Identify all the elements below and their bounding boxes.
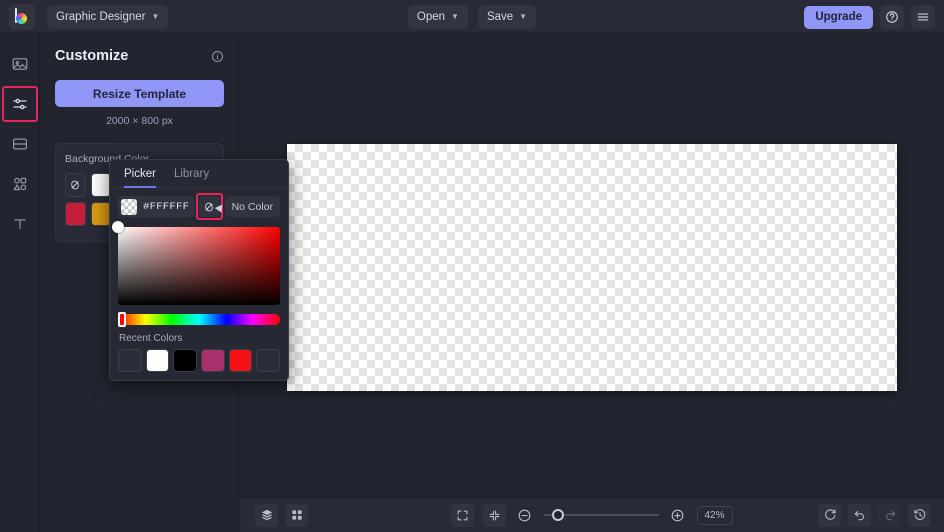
chevron-down-icon: ▼ xyxy=(151,11,160,21)
zoom-slider[interactable] xyxy=(543,509,659,521)
info-icon[interactable] xyxy=(211,50,224,63)
sidebar-item-customize[interactable] xyxy=(0,84,40,124)
befunky-logo-icon[interactable] xyxy=(9,3,35,30)
sidebar-item-text[interactable] xyxy=(0,204,40,244)
recent-color-4[interactable] xyxy=(201,349,225,372)
reset-rotate-icon[interactable] xyxy=(818,503,841,527)
resize-template-button[interactable]: Resize Template xyxy=(55,80,224,107)
hue-slider-handle[interactable] xyxy=(118,312,126,327)
chevron-down-icon: ▼ xyxy=(451,12,459,21)
hamburger-menu-icon[interactable] xyxy=(911,5,935,29)
sidebar-item-templates[interactable] xyxy=(0,124,40,164)
color-picker-popup: Picker Library #FFFFFF No Color Recent C… xyxy=(109,159,289,381)
no-color-button[interactable]: No Color xyxy=(224,196,280,217)
top-toolbar: Graphic Designer ▼ Open ▼ Save ▼ Upgrade xyxy=(0,0,944,34)
hex-input[interactable]: #FFFFFF xyxy=(118,196,194,217)
transparent-swatch-preview xyxy=(121,198,137,215)
expand-frame-icon[interactable] xyxy=(450,503,474,527)
canvas-stage[interactable] xyxy=(239,34,944,497)
picker-tabs: Picker Library xyxy=(110,160,288,188)
redo-arrow-icon[interactable] xyxy=(878,503,901,527)
sidebar-item-image-manager[interactable] xyxy=(0,44,40,84)
left-tool-rail xyxy=(0,34,40,532)
recent-colors-label: Recent Colors xyxy=(119,333,183,344)
hue-slider[interactable] xyxy=(118,312,280,327)
sidebar-item-graphics[interactable] xyxy=(0,164,40,204)
layers-icon[interactable] xyxy=(255,503,278,527)
open-dropdown-button[interactable]: Open ▼ xyxy=(407,5,468,29)
chevron-down-icon: ▼ xyxy=(519,12,528,21)
plus-circle-icon[interactable] xyxy=(668,505,688,525)
bottom-left-group xyxy=(255,503,308,527)
grid-icon[interactable] xyxy=(285,503,308,527)
tab-library[interactable]: Library xyxy=(174,168,209,188)
recent-color-5[interactable] xyxy=(228,349,253,372)
open-label: Open xyxy=(416,11,446,23)
bottom-right-group xyxy=(818,503,931,527)
zoom-slider-handle[interactable] xyxy=(551,509,564,521)
bottom-toolbar: 42% xyxy=(239,497,944,532)
swatch-no-color[interactable] xyxy=(65,173,86,197)
history-clock-icon[interactable] xyxy=(908,503,931,527)
panel-header: Customize xyxy=(55,48,224,64)
recent-colors-row xyxy=(110,349,288,372)
hex-input-row: #FFFFFF No Color xyxy=(110,188,288,223)
swatch-crimson[interactable] xyxy=(65,202,86,226)
tab-picker[interactable]: Picker xyxy=(124,168,156,188)
recent-color-3[interactable] xyxy=(173,349,198,372)
template-dimensions: 2000 × 800 px xyxy=(106,115,173,127)
document-type-dropdown[interactable]: Graphic Designer ▼ xyxy=(47,4,169,29)
recent-color-2[interactable] xyxy=(145,349,170,372)
saturation-value-wrapper xyxy=(110,221,288,305)
resize-template-label: Resize Template xyxy=(92,86,187,101)
page-title: Customize xyxy=(55,48,129,64)
help-circle-icon[interactable] xyxy=(880,5,904,29)
save-label: Save xyxy=(486,11,514,23)
save-dropdown-button[interactable]: Save ▼ xyxy=(477,5,537,29)
recent-color-6[interactable] xyxy=(256,349,281,372)
recent-color-1[interactable] xyxy=(118,349,142,372)
saturation-value-area[interactable] xyxy=(112,221,280,305)
undo-arrow-icon[interactable] xyxy=(848,503,871,527)
collapse-frame-icon[interactable] xyxy=(482,503,506,527)
minus-circle-icon[interactable] xyxy=(515,505,535,525)
hue-slider-wrapper xyxy=(110,305,288,327)
hex-value-text: #FFFFFF xyxy=(143,200,190,213)
app-root: Graphic Designer ▼ Open ▼ Save ▼ Upgrade xyxy=(0,0,944,532)
upgrade-button[interactable]: Upgrade xyxy=(804,5,873,29)
design-canvas[interactable] xyxy=(287,144,897,391)
document-type-label: Graphic Designer xyxy=(56,10,146,23)
zoom-level-value[interactable]: 42% xyxy=(696,505,733,525)
saturation-value-handle[interactable] xyxy=(112,221,124,233)
upgrade-label: Upgrade xyxy=(815,11,862,23)
top-right-group: Upgrade xyxy=(804,0,935,34)
